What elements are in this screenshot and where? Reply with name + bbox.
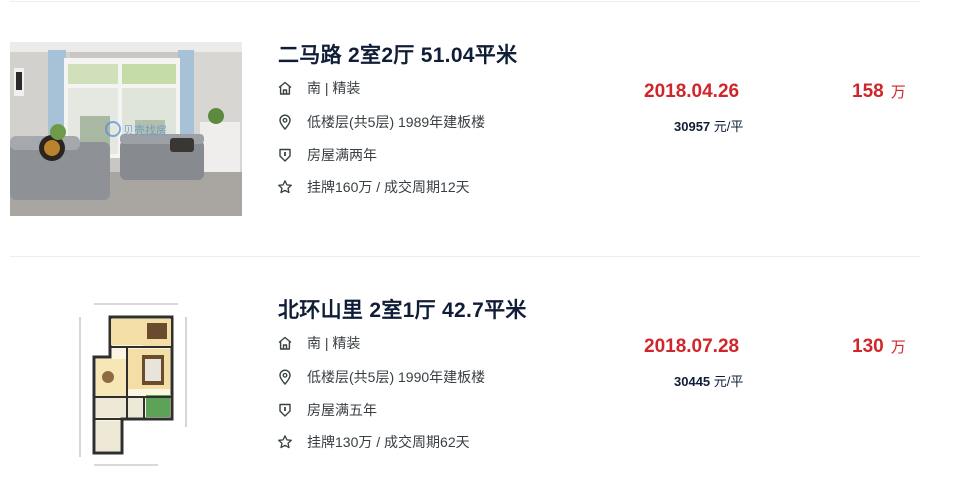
sold-listing-item[interactable]: 北环山里 2室1厅 42.7平米 南 | 精装 低楼层(共5层) 1990年建板… <box>0 255 975 487</box>
deal-cycle-text: 挂牌130万 / 成交周期62天 <box>307 434 470 450</box>
house-info: 南 | 精装 <box>276 78 360 98</box>
deal-date: 2018.04.26 <box>644 81 740 102</box>
total-price-unit: 万 <box>890 84 906 101</box>
position-info: 低楼层(共5层) 1990年建板楼 <box>276 367 485 387</box>
unit-price: 30445 元/平 <box>674 371 743 390</box>
sold-listing-item[interactable]: 贝壳找房 二马路 2室2厅 51.04平米 南 | 精装 低楼层(共5层) 19… <box>0 0 975 250</box>
total-price: 158 万 <box>852 81 906 103</box>
total-price-value: 130 <box>852 336 884 357</box>
unit-price-value: 30445 <box>674 374 711 389</box>
house-info-text: 南 | 精装 <box>307 80 361 96</box>
listing-photo[interactable]: 贝壳找房 <box>10 42 242 216</box>
star-icon <box>276 433 294 451</box>
location-pin-icon <box>276 368 294 386</box>
house-info-text: 南 | 精装 <box>307 335 361 351</box>
floor-plan-image <box>10 297 242 471</box>
listing-photo[interactable] <box>10 297 242 471</box>
deal-cycle-info: 挂牌130万 / 成交周期62天 <box>276 432 470 452</box>
shield-icon <box>276 401 294 419</box>
deal-house-tag: 房屋满五年 <box>307 402 377 418</box>
unit-price: 30957 元/平 <box>674 116 743 135</box>
deal-house-info: 房屋满五年 <box>276 400 377 420</box>
deal-date: 2018.07.28 <box>644 336 740 357</box>
house-icon <box>276 79 294 97</box>
star-icon <box>276 178 294 196</box>
deal-cycle-text: 挂牌160万 / 成交周期12天 <box>307 179 470 195</box>
deal-cycle-info: 挂牌160万 / 成交周期12天 <box>276 177 470 197</box>
unit-price-unit: 元/平 <box>713 374 744 389</box>
listing-title[interactable]: 二马路 2室2厅 51.04平米 <box>278 39 517 69</box>
location-pin-icon <box>276 113 294 131</box>
unit-price-value: 30957 <box>674 119 711 134</box>
house-icon <box>276 334 294 352</box>
total-price-unit: 万 <box>890 339 906 356</box>
deal-house-tag: 房屋满两年 <box>307 147 377 163</box>
total-price-value: 158 <box>852 81 884 102</box>
house-info: 南 | 精装 <box>276 333 360 353</box>
position-info-text: 低楼层(共5层) 1990年建板楼 <box>307 369 486 385</box>
unit-price-unit: 元/平 <box>713 119 744 134</box>
svg-text:贝壳找房: 贝壳找房 <box>123 123 167 137</box>
shield-icon <box>276 146 294 164</box>
position-info-text: 低楼层(共5层) 1989年建板楼 <box>307 114 486 130</box>
living-room-photo: 贝壳找房 <box>10 42 242 216</box>
total-price: 130 万 <box>852 336 906 358</box>
listing-title[interactable]: 北环山里 2室1厅 42.7平米 <box>278 294 527 324</box>
position-info: 低楼层(共5层) 1989年建板楼 <box>276 112 485 132</box>
deal-house-info: 房屋满两年 <box>276 145 377 165</box>
